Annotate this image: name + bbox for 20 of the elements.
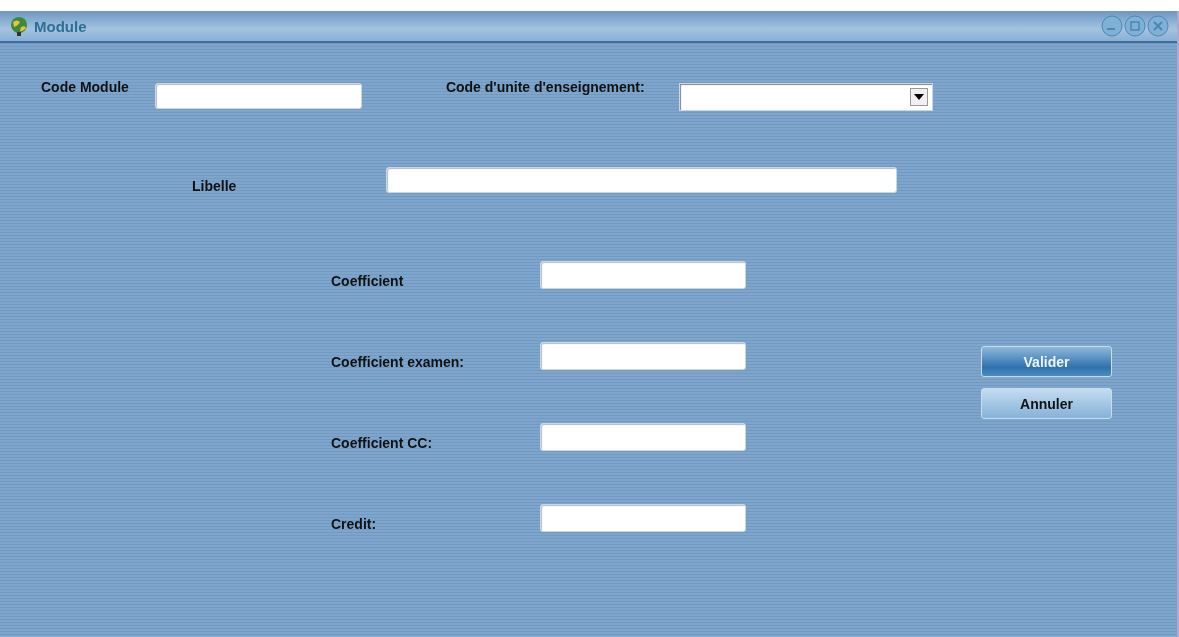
- validate-button[interactable]: Valider: [981, 346, 1112, 377]
- input-field[interactable]: [540, 504, 746, 532]
- input-field[interactable]: [386, 167, 898, 193]
- close-icon[interactable]: [1147, 15, 1169, 37]
- field-label: Credit:: [331, 516, 378, 532]
- minimize-icon[interactable]: [1101, 15, 1123, 37]
- field-label: Coefficient CC:: [331, 435, 434, 451]
- field-label: Code Module: [41, 79, 129, 95]
- dropdown-field[interactable]: [678, 83, 933, 111]
- input-field[interactable]: [154, 83, 362, 109]
- field-label: Coefficient: [331, 273, 405, 289]
- field-label: Libelle: [192, 178, 237, 194]
- field-label: Code d'unite d'enseignement:: [445, 79, 645, 95]
- cancel-button[interactable]: Annuler: [981, 388, 1112, 419]
- field-label: Coefficient examen:: [331, 354, 466, 370]
- window-title: Module: [34, 17, 87, 35]
- input-field[interactable]: [540, 342, 746, 370]
- input-field[interactable]: [540, 423, 746, 451]
- input-field[interactable]: [540, 261, 746, 289]
- maximize-icon[interactable]: [1124, 15, 1146, 37]
